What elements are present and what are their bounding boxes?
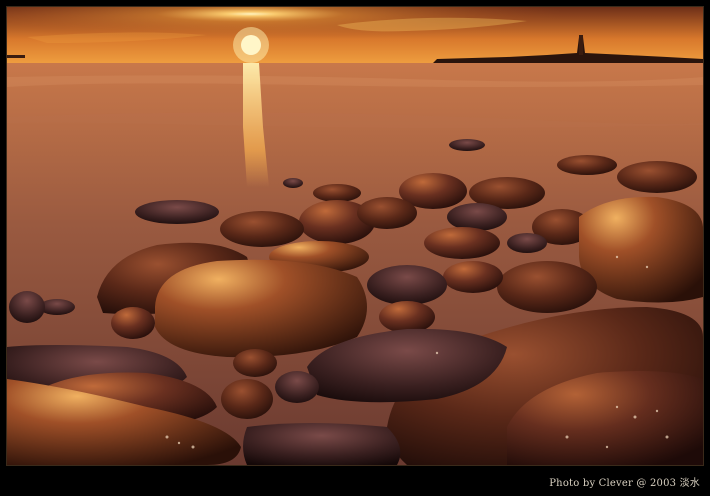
- rock: [617, 161, 697, 193]
- rock: [111, 307, 155, 339]
- rock: [447, 203, 507, 231]
- chimney: [579, 35, 583, 55]
- rock: [220, 211, 304, 247]
- rock: [135, 200, 219, 224]
- photo-frame: Photo by Clever @ 2003 淡水: [0, 0, 710, 496]
- rock: [449, 139, 485, 151]
- rock: [283, 178, 303, 188]
- rock: [9, 291, 45, 323]
- rock: [443, 261, 503, 293]
- rock: [233, 349, 277, 377]
- rock: [357, 197, 417, 229]
- photo-credit: Photo by Clever @ 2003 淡水: [549, 478, 700, 489]
- rock: [497, 261, 597, 313]
- rock: [275, 371, 319, 403]
- sun-halo: [233, 27, 269, 63]
- distant-land: [7, 55, 25, 58]
- sunset-photo: [6, 6, 704, 466]
- rock: [557, 155, 617, 175]
- rock: [367, 265, 447, 305]
- rock: [243, 423, 401, 465]
- rock: [221, 379, 273, 419]
- rock-large-right: [579, 196, 703, 303]
- rock-central-boulder: [155, 259, 367, 358]
- rock: [379, 301, 435, 333]
- rock: [313, 184, 361, 202]
- rock: [507, 233, 547, 253]
- sunset-seascape-image: [7, 7, 703, 465]
- rock: [424, 227, 500, 259]
